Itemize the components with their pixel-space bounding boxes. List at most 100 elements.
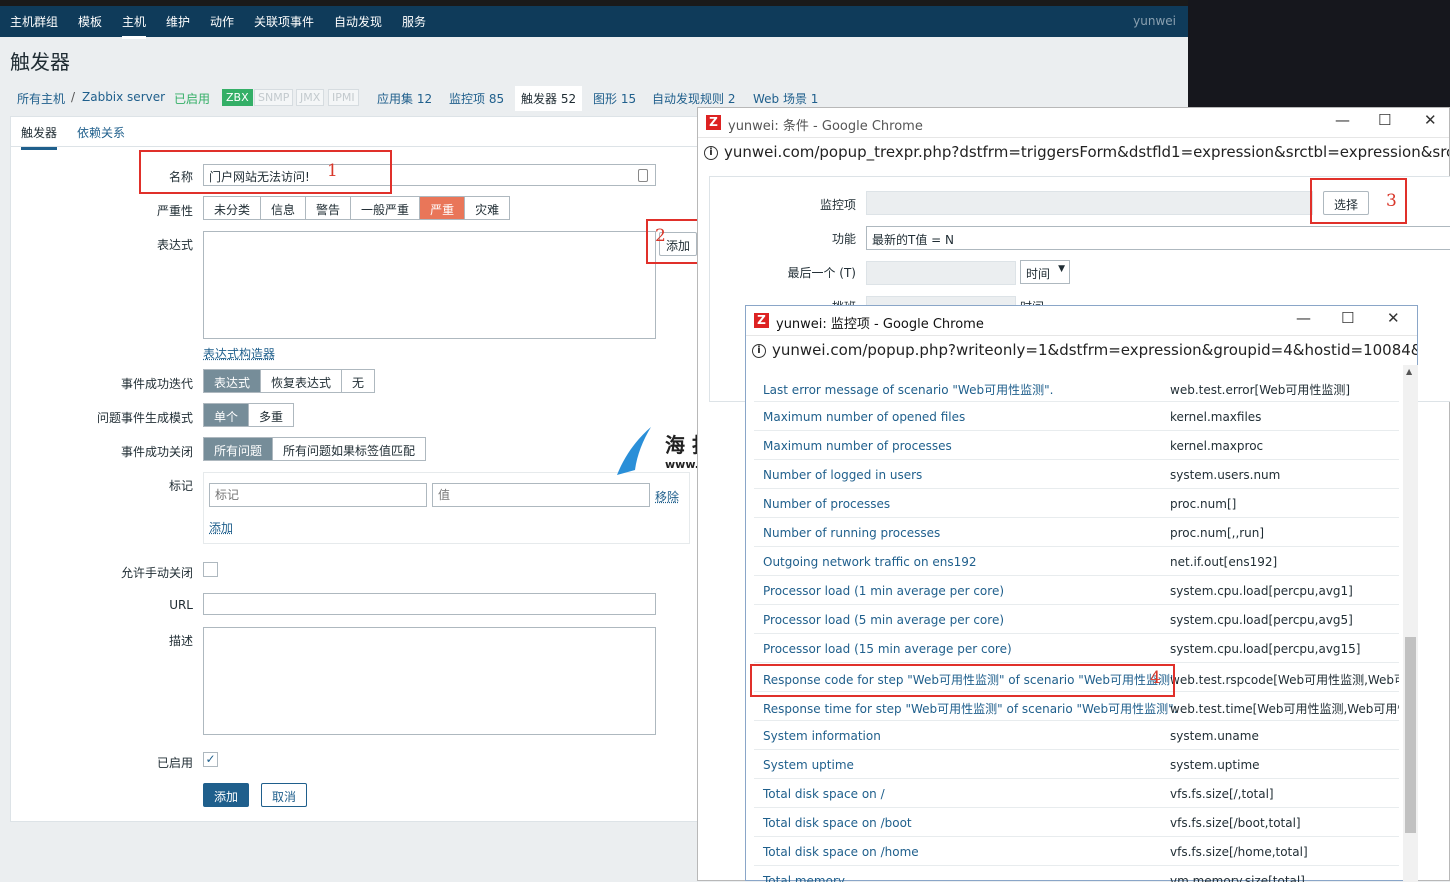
nav-correlation[interactable]: 关联项事件 (254, 13, 314, 30)
submit-button[interactable]: 添加 (203, 783, 250, 807)
nav-services[interactable]: 服务 (402, 13, 426, 30)
url-label: URL (169, 598, 193, 612)
table-row[interactable]: Processor load (15 min average per core)… (754, 634, 1399, 663)
breadcrumb-host[interactable]: Zabbix server (82, 90, 165, 104)
table-row[interactable]: Number of logged in users system.users.nu… (754, 460, 1399, 489)
breadcrumb-all-hosts[interactable]: 所有主机 (17, 90, 65, 107)
scrollbar[interactable]: ▲ (1403, 365, 1418, 882)
table-row[interactable]: Total disk space on /boot vfs.fs.size[/bo… (754, 808, 1399, 837)
table-row[interactable]: Number of running processes proc.num[,,ru… (754, 518, 1399, 547)
table-row[interactable]: Maximum number of processes kernel.maxpro… (754, 431, 1399, 460)
ok-close-all[interactable]: 所有问题 (204, 438, 274, 460)
item-name-link[interactable]: Last error message of scenario "Web可用性监测… (763, 381, 1053, 398)
link-discovery-rules[interactable]: 自动发现规则 2 (652, 90, 735, 107)
severity-average[interactable]: 一般严重 (351, 197, 421, 219)
item-name-link[interactable]: Total disk space on / (763, 787, 885, 801)
cancel-button[interactable]: 取消 (261, 783, 308, 807)
close-icon[interactable]: ✕ (1424, 111, 1437, 129)
item-name-link[interactable]: Number of running processes (763, 526, 940, 540)
nav-hosts[interactable]: 主机 (122, 13, 147, 39)
table-row[interactable]: Total disk space on /home vfs.fs.size[/ho… (754, 837, 1399, 866)
problem-mode-multiple[interactable]: 多重 (249, 404, 293, 426)
ok-event-recovery[interactable]: 恢复表达式 (261, 370, 343, 392)
item-name-link[interactable]: Response code for step "Web可用性监测" of sce… (763, 671, 1179, 688)
severity-not-classified[interactable]: 未分类 (204, 197, 262, 219)
problem-mode-single[interactable]: 单个 (204, 404, 250, 426)
item-name-link[interactable]: System uptime (763, 758, 854, 772)
tag-remove-link[interactable]: 移除 (655, 488, 679, 505)
function-select[interactable]: 最新的T值 = N (866, 226, 1450, 250)
table-row[interactable]: Response code for step "Web可用性监测" of sce… (754, 663, 1399, 692)
table-row[interactable]: Maximum number of opened files kernel.max… (754, 402, 1399, 431)
link-web-scenarios[interactable]: Web 场景 1 (753, 90, 818, 107)
tab-divider (11, 146, 699, 147)
item-name-link[interactable]: Maximum number of opened files (763, 410, 965, 424)
item-name-link[interactable]: Response time for step "Web可用性监测" of sce… (763, 700, 1178, 717)
severity-high[interactable]: 严重 (420, 197, 466, 219)
close-icon[interactable]: ✕ (1387, 309, 1400, 327)
autofill-icon (638, 169, 648, 182)
ok-close-tag-match[interactable]: 所有问题如果标签值匹配 (273, 438, 425, 460)
table-row[interactable]: Last error message of scenario "Web可用性监测… (754, 374, 1399, 402)
table-row[interactable]: Total memory vm.memory.size[total] (754, 866, 1399, 882)
item-name-link[interactable]: System information (763, 729, 881, 743)
tag-name-input[interactable] (209, 483, 427, 507)
item-key: web.test.rspcode[Web可用性监测,Web可用性监测] (1170, 673, 1399, 687)
badge-zbx: ZBX (222, 89, 253, 106)
description-textarea[interactable] (203, 627, 656, 735)
maximize-icon[interactable]: ☐ (1341, 309, 1354, 327)
expression-builder-link[interactable]: 表达式构造器 (203, 345, 275, 362)
item-name-link[interactable]: Maximum number of processes (763, 439, 952, 453)
link-graphs[interactable]: 图形 15 (593, 90, 636, 107)
manual-close-checkbox[interactable] (203, 562, 218, 577)
item-name-link[interactable]: Number of logged in users (763, 468, 922, 482)
nav-discovery[interactable]: 自动发现 (334, 13, 382, 30)
table-row[interactable]: Outgoing network traffic on ens192 net.if… (754, 547, 1399, 576)
item-name-link[interactable]: Number of processes (763, 497, 890, 511)
table-row[interactable]: Response time for step "Web可用性监测" of sce… (754, 692, 1399, 721)
scroll-up-icon[interactable]: ▲ (1406, 367, 1412, 376)
item-name-link[interactable]: Processor load (5 min average per core) (763, 613, 1004, 627)
ok-close-label: 事件成功关闭 (120, 445, 193, 459)
nav-actions[interactable]: 动作 (210, 13, 234, 30)
nav-user[interactable]: yunwei (1133, 14, 1176, 28)
severity-disaster[interactable]: 灾难 (465, 197, 509, 219)
table-row[interactable]: Total disk space on / vfs.fs.size[/,total… (754, 779, 1399, 808)
nav-host-groups[interactable]: 主机群组 (10, 13, 58, 30)
table-row[interactable]: System information system.uname (754, 721, 1399, 750)
name-input[interactable]: 门户网站无法访问! (203, 164, 656, 186)
severity-info[interactable]: 信息 (261, 197, 307, 219)
item-name-link[interactable]: Total disk space on /home (763, 845, 919, 859)
tab-dependencies[interactable]: 依赖关系 (77, 124, 125, 141)
select-item-button[interactable]: 选择 (1323, 191, 1370, 215)
maximize-icon[interactable]: ☐ (1378, 111, 1391, 129)
table-row[interactable]: Processor load (1 min average per core) s… (754, 576, 1399, 605)
tag-value-input[interactable] (432, 483, 650, 507)
link-triggers[interactable]: 触发器 52 (515, 86, 583, 111)
table-row[interactable]: Number of processes proc.num[] (754, 489, 1399, 518)
link-applications[interactable]: 应用集 12 (377, 90, 432, 107)
item-name-link[interactable]: Processor load (15 min average per core) (763, 642, 1012, 656)
table-row[interactable]: System uptime system.uptime (754, 750, 1399, 779)
enabled-checkbox[interactable]: ✓ (203, 752, 218, 767)
table-row[interactable]: Processor load (5 min average per core) s… (754, 605, 1399, 634)
item-name-link[interactable]: Total disk space on /boot (763, 816, 912, 830)
nav-maintenance[interactable]: 维护 (166, 13, 190, 30)
expression-textarea[interactable] (203, 231, 656, 339)
severity-warning[interactable]: 警告 (306, 197, 352, 219)
address-bar[interactable]: i yunwei.com/popup_trexpr.php?dstfrm=tri… (698, 137, 1449, 167)
item-name-link[interactable]: Outgoing network traffic on ens192 (763, 555, 977, 569)
tag-add-link[interactable]: 添加 (209, 519, 233, 536)
nav-templates[interactable]: 模板 (78, 13, 102, 30)
link-items[interactable]: 监控项 85 (449, 90, 504, 107)
url-input[interactable] (203, 593, 656, 615)
minimize-icon[interactable]: — (1335, 111, 1350, 129)
badge-snmp: SNMP (254, 89, 294, 106)
ok-event-expression[interactable]: 表达式 (204, 370, 262, 392)
ok-event-none[interactable]: 无 (342, 370, 374, 392)
time-unit-select[interactable]: 时间 ▼ (1020, 260, 1070, 284)
item-name-link[interactable]: Processor load (1 min average per core) (763, 584, 1004, 598)
scrollbar-thumb[interactable] (1405, 637, 1416, 833)
address-bar[interactable]: i yunwei.com/popup.php?writeonly=1&dstfr… (746, 335, 1417, 365)
minimize-icon[interactable]: — (1296, 309, 1311, 327)
